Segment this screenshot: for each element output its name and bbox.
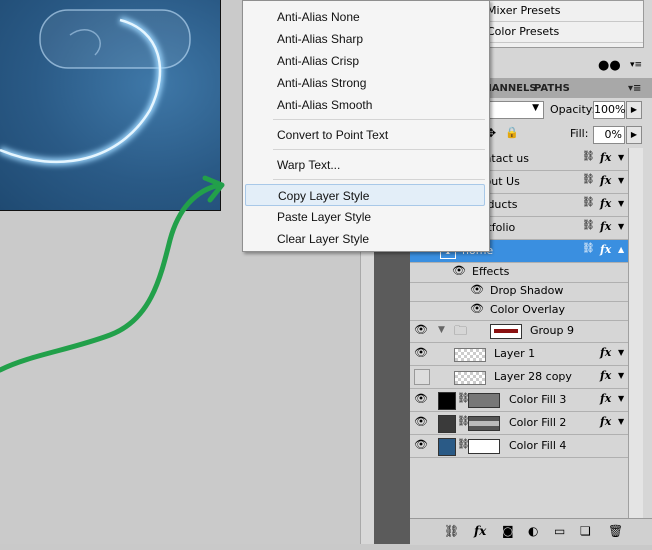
fx-icon[interactable]: fx [600, 392, 611, 405]
fx-icon[interactable]: fx [600, 220, 611, 233]
effect-name: Color Overlay [490, 303, 565, 316]
link-layers-icon[interactable]: ⛓ [444, 524, 459, 538]
chevron-down-icon[interactable]: ▼ [618, 371, 624, 380]
eye-icon[interactable]: 👁 [468, 302, 486, 318]
fx-icon[interactable]: fx [600, 197, 611, 210]
menu-separator [273, 119, 485, 120]
new-group-icon[interactable]: ▭ [554, 524, 565, 538]
link-icon: ⛓ [582, 243, 595, 254]
fill-input[interactable]: 0% [593, 126, 625, 144]
effects-label: Effects [472, 265, 510, 278]
layer-name: Layer 1 [494, 347, 536, 360]
menu-item-paste-layer-style[interactable]: Paste Layer Style [245, 206, 485, 228]
eye-icon[interactable]: 👁 [450, 264, 468, 280]
add-style-icon[interactable]: fx [474, 524, 486, 538]
chevron-down-icon[interactable]: ▼ [618, 348, 624, 357]
folder-icon: 🗀 [454, 324, 468, 339]
menu-separator [273, 179, 485, 180]
eye-icon[interactable]: 👁 [412, 346, 430, 362]
layer-name: Layer 28 copy [494, 370, 572, 383]
layer-name: Color Fill 2 [509, 416, 567, 429]
layer-row[interactable]: 👁 ⛓ Color Fill 4 [410, 435, 628, 458]
lock-icon[interactable]: 🔒 [505, 126, 519, 139]
effect-row[interactable]: 👁 Drop Shadow [410, 282, 628, 302]
tab-paths[interactable]: PATHS [534, 80, 570, 98]
menu-item-anti-alias-crisp[interactable]: Anti-Alias Crisp [245, 50, 485, 72]
eye-icon[interactable]: 👁 [412, 415, 430, 431]
chevron-down-icon[interactable]: ▼ [618, 222, 624, 231]
brush-stroke-icon: ●● [598, 58, 621, 73]
layer-thumbnail [454, 371, 486, 385]
link-icon: ⛓ [582, 151, 595, 162]
layer-name: Group 9 [530, 324, 574, 337]
adjustment-layer-icon[interactable]: ◐ [528, 524, 538, 538]
menu-item-warp-text[interactable]: Warp Text... [245, 154, 485, 176]
opacity-label: Opacity: [550, 103, 596, 116]
link-icon: ⛓ [582, 220, 595, 231]
fx-icon[interactable]: fx [600, 369, 611, 382]
mask-thumbnail [468, 416, 500, 431]
fill-label: Fill: [570, 127, 589, 140]
menu-item-convert-to-point-text[interactable]: Convert to Point Text [245, 124, 485, 146]
panel-options-icon[interactable]: ▾≡ [628, 80, 641, 98]
effects-row[interactable]: 👁 Effects [410, 263, 628, 283]
menu-item-clear-layer-style[interactable]: Clear Layer Style [245, 228, 485, 250]
fx-icon[interactable]: fx [600, 174, 611, 187]
eye-icon[interactable]: 👁 [468, 283, 486, 299]
green-arrow-annotation [0, 175, 225, 373]
menu-item-anti-alias-strong[interactable]: Anti-Alias Strong [245, 72, 485, 94]
panel-menu-icon[interactable]: ▾≡ [630, 60, 642, 70]
fill-swatch[interactable] [438, 438, 456, 456]
effect-row[interactable]: 👁 Color Overlay [410, 301, 628, 321]
chevron-up-icon[interactable]: ▲ [618, 245, 624, 254]
menu-item-copy-layer-style[interactable]: Copy Layer Style [245, 184, 485, 206]
eye-icon[interactable]: 👁 [412, 323, 430, 339]
layer-name: Color Fill 3 [509, 393, 567, 406]
chevron-down-icon[interactable]: ▼ [618, 199, 624, 208]
link-icon: ⛓ [582, 174, 595, 185]
layers-bottom-bar: ⛓ fx ◙ ◐ ▭ ❏ 🗑 [410, 518, 652, 545]
fx-icon[interactable]: fx [600, 151, 611, 164]
opacity-slider-button[interactable]: ▶ [626, 101, 642, 119]
fill-swatch[interactable] [438, 415, 456, 433]
new-layer-icon[interactable]: ❏ [580, 524, 591, 538]
chevron-down-icon[interactable]: ▼ [618, 153, 624, 162]
fill-slider-button[interactable]: ▶ [626, 126, 642, 144]
effect-name: Drop Shadow [490, 284, 564, 297]
trash-icon[interactable]: 🗑 [608, 524, 623, 538]
mask-thumbnail [468, 393, 500, 408]
menu-item-anti-alias-none[interactable]: Anti-Alias None [245, 6, 485, 28]
opacity-input[interactable]: 100% [593, 101, 625, 119]
menu-item-anti-alias-smooth[interactable]: Anti-Alias Smooth [245, 94, 485, 116]
fx-icon[interactable]: fx [600, 346, 611, 359]
group-row[interactable]: 👁 ▼ 🗀 Group 9 [410, 320, 628, 343]
context-menu: Anti-Alias None Anti-Alias Sharp Anti-Al… [242, 0, 490, 252]
fx-icon[interactable]: fx [600, 415, 611, 428]
layer-thumbnail [454, 348, 486, 362]
layer-row[interactable]: 👁 ⛓ Color Fill 3 fx ▼ [410, 389, 628, 412]
eye-icon[interactable]: 👁 [412, 438, 430, 454]
triangle-down-icon[interactable]: ▼ [438, 325, 445, 335]
chevron-down-icon: ▼ [532, 103, 539, 113]
add-mask-icon[interactable]: ◙ [502, 524, 514, 538]
layer-row[interactable]: 👁 ⛓ Color Fill 2 fx ▼ [410, 412, 628, 435]
eye-icon[interactable]: 👁 [412, 392, 430, 408]
menu-item-anti-alias-sharp[interactable]: Anti-Alias Sharp [245, 28, 485, 50]
layer-row[interactable]: 👁 Layer 1 fx ▼ [410, 343, 628, 366]
link-icon: ⛓ [582, 197, 595, 208]
visibility-toggle-empty[interactable] [414, 369, 430, 385]
mask-thumbnail [468, 439, 500, 454]
fx-icon[interactable]: fx [600, 243, 611, 256]
layer-name: Color Fill 4 [509, 439, 567, 452]
group-mask-thumbnail [490, 324, 522, 339]
layers-scrollbar[interactable] [628, 148, 643, 518]
fill-swatch[interactable] [438, 392, 456, 410]
chevron-down-icon[interactable]: ▼ [618, 417, 624, 426]
menu-separator [273, 149, 485, 150]
chevron-down-icon[interactable]: ▼ [618, 394, 624, 403]
chevron-down-icon[interactable]: ▼ [618, 176, 624, 185]
layer-row[interactable]: Layer 28 copy fx ▼ [410, 366, 628, 389]
